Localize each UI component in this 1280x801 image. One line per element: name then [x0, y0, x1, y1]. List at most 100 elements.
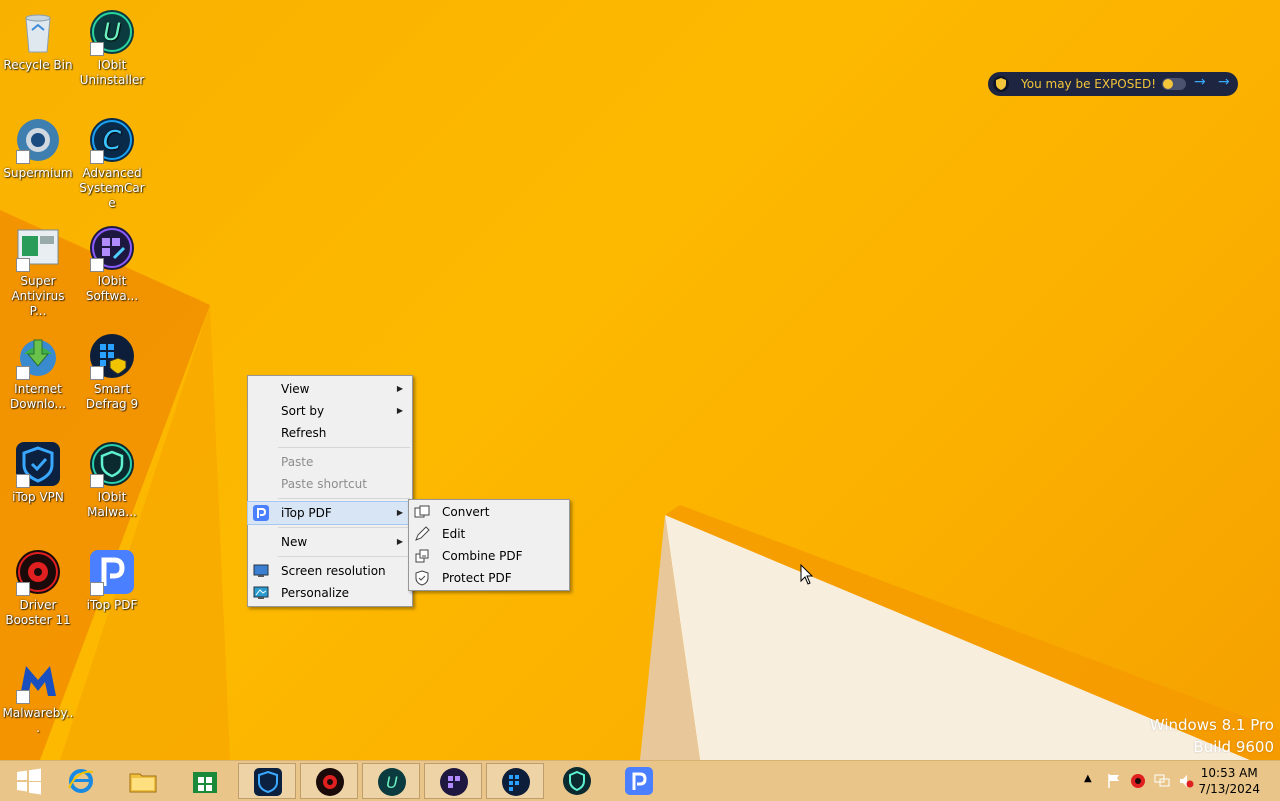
menu-item-personalize[interactable]: Personalize — [248, 582, 412, 604]
desktop-icon-supermium[interactable]: Supermium — [0, 116, 76, 181]
menu-item-screen-resolution[interactable]: Screen resolution — [248, 560, 412, 582]
menu-separator — [278, 498, 410, 499]
network-icon[interactable] — [1154, 773, 1170, 789]
menu-separator — [278, 447, 410, 448]
desktop[interactable]: Recycle Bin U IObit Uninstaller Supermiu… — [0, 0, 1280, 760]
action-center-flag-icon[interactable] — [1106, 773, 1122, 789]
svg-text:U: U — [386, 773, 398, 792]
submenu-item-edit[interactable]: Edit — [409, 523, 569, 545]
submenu-item-label: Convert — [442, 505, 490, 519]
volume-muted-icon[interactable] — [1178, 773, 1194, 789]
desktop-icon-advanced-systemcare[interactable]: C Advanced SystemCare — [74, 116, 150, 211]
desktop-icon-smart-defrag[interactable]: Smart Defrag 9 — [74, 332, 150, 412]
itop-pdf-icon — [625, 767, 653, 795]
shield-warning-icon — [993, 76, 1009, 92]
desktop-icon-super-antivirus[interactable]: Super Antivirus P... — [0, 224, 76, 319]
menu-item-label: Personalize — [281, 586, 350, 600]
driver-booster-tray-icon[interactable] — [1130, 773, 1146, 789]
desktop-icon-label: IObit Softwa... — [85, 274, 139, 303]
desktop-icon-label: Super Antivirus P... — [11, 274, 65, 318]
menu-item-label: iTop PDF — [281, 506, 332, 520]
driver-booster-icon — [316, 768, 344, 796]
svg-text:U: U — [103, 18, 121, 46]
taskbar-iobit-uninstaller[interactable]: U — [362, 763, 420, 799]
menu-item-label: New — [281, 535, 308, 549]
desktop-icon-internet-download-manager[interactable]: Internet Downlo... — [0, 332, 76, 412]
desktop-icon-iobit-uninstaller[interactable]: U IObit Uninstaller — [74, 8, 150, 88]
personalize-icon — [253, 586, 269, 599]
menu-item-label: Paste shortcut — [281, 477, 367, 491]
taskbar-internet-explorer[interactable] — [52, 763, 110, 799]
desktop-icon-iobit-software-updater[interactable]: IObit Softwa... — [74, 224, 150, 304]
desktop-icon-recycle-bin[interactable]: Recycle Bin — [0, 8, 76, 73]
submenu-item-label: Combine PDF — [442, 549, 523, 563]
menu-item-view[interactable]: View ▶ — [248, 378, 412, 400]
toast-text: You may be EXPOSED! — [1021, 77, 1157, 91]
menu-item-refresh[interactable]: Refresh — [248, 422, 412, 444]
itop-pdf-icon — [253, 505, 269, 521]
menu-item-label: Sort by — [281, 404, 325, 418]
mouse-cursor-icon — [800, 564, 814, 585]
taskbar-store[interactable] — [176, 763, 234, 799]
desktop-icon-itop-pdf[interactable]: iTop PDF — [74, 548, 150, 613]
recycle-bin-icon — [25, 14, 51, 53]
submenu-arrow-icon: ▶ — [396, 406, 403, 415]
taskbar: U ▲ 10:53 AM 7/13/2024 — [0, 760, 1280, 801]
arrow-right-icon[interactable]: → — [1194, 74, 1206, 90]
desktop-icon-label: Supermium — [3, 166, 73, 180]
shield-icon — [415, 570, 429, 586]
windows-logo-icon — [17, 768, 41, 795]
wallpaper-shapes — [0, 210, 1280, 760]
menu-item-label: View — [281, 382, 310, 396]
taskbar-smart-defrag[interactable] — [486, 763, 544, 799]
watermark-edition: Windows 8.1 Pro — [1149, 716, 1274, 734]
taskbar-iobit-software-updater[interactable] — [424, 763, 482, 799]
submenu-item-combine-pdf[interactable]: Combine PDF — [409, 545, 569, 567]
combine-icon — [415, 549, 429, 563]
desktop-icon-driver-booster[interactable]: Driver Booster 11 — [0, 548, 76, 628]
submenu-arrow-icon: ▶ — [396, 508, 403, 517]
system-clock[interactable]: 10:53 AM 7/13/2024 — [1198, 765, 1260, 797]
menu-item-itop-pdf[interactable]: iTop PDF ▶ — [247, 501, 413, 525]
clock-time: 10:53 AM — [1200, 766, 1258, 780]
menu-separator — [278, 527, 410, 528]
iobit-uninstaller-icon: U — [378, 768, 406, 796]
menu-item-label: Refresh — [281, 426, 327, 440]
desktop-icon-itop-vpn[interactable]: iTop VPN — [0, 440, 76, 505]
menu-item-paste[interactable]: Paste — [248, 451, 412, 473]
iobit-malware-fighter-icon — [563, 767, 591, 795]
taskbar-itop-pdf[interactable] — [610, 763, 668, 799]
taskbar-iobit-malware-fighter[interactable] — [548, 763, 606, 799]
desktop-icon-label: Internet Downlo... — [10, 382, 66, 411]
submenu-item-protect-pdf[interactable]: Protect PDF — [409, 567, 569, 589]
toggle-icon[interactable] — [1162, 78, 1186, 90]
desktop-icon-malwarebytes[interactable]: Malwareby... — [0, 656, 76, 736]
submenu-arrow-icon: ▶ — [396, 537, 403, 546]
watermark-build: Build 9600 — [1193, 738, 1274, 756]
desktop-icon-label: Driver Booster 11 — [5, 598, 71, 627]
start-button[interactable] — [0, 763, 58, 799]
menu-item-paste-shortcut[interactable]: Paste shortcut — [248, 473, 412, 495]
taskbar-file-explorer[interactable] — [114, 763, 172, 799]
submenu-item-convert[interactable]: Convert — [409, 501, 569, 523]
taskbar-driver-booster[interactable] — [300, 763, 358, 799]
desktop-icon-label: Recycle Bin — [3, 58, 73, 72]
menu-item-sort-by[interactable]: Sort by ▶ — [248, 400, 412, 422]
folder-icon — [129, 773, 157, 793]
windows-version-watermark: Windows 8.1 Pro Build 9600 — [1150, 716, 1274, 756]
convert-icon — [414, 505, 430, 518]
show-hidden-icons-chevron-icon[interactable]: ▲ — [1084, 773, 1092, 784]
pencil-icon — [415, 526, 430, 541]
menu-item-label: Screen resolution — [281, 564, 386, 578]
desktop-icon-label: iTop VPN — [12, 490, 64, 504]
submenu-arrow-icon: ▶ — [396, 384, 403, 393]
desktop-icon-iobit-malware-fighter[interactable]: IObit Malwa... — [74, 440, 150, 520]
store-icon — [193, 772, 217, 793]
exposed-warning-toast[interactable]: You may be EXPOSED! → → — [988, 72, 1238, 96]
smart-defrag-icon — [502, 768, 530, 796]
internet-explorer-icon — [68, 769, 94, 793]
taskbar-itop-vpn[interactable] — [238, 763, 296, 799]
menu-item-new[interactable]: New ▶ — [248, 531, 412, 553]
arrow-right-icon[interactable]: → — [1218, 74, 1230, 90]
submenu-item-label: Protect PDF — [442, 571, 512, 585]
